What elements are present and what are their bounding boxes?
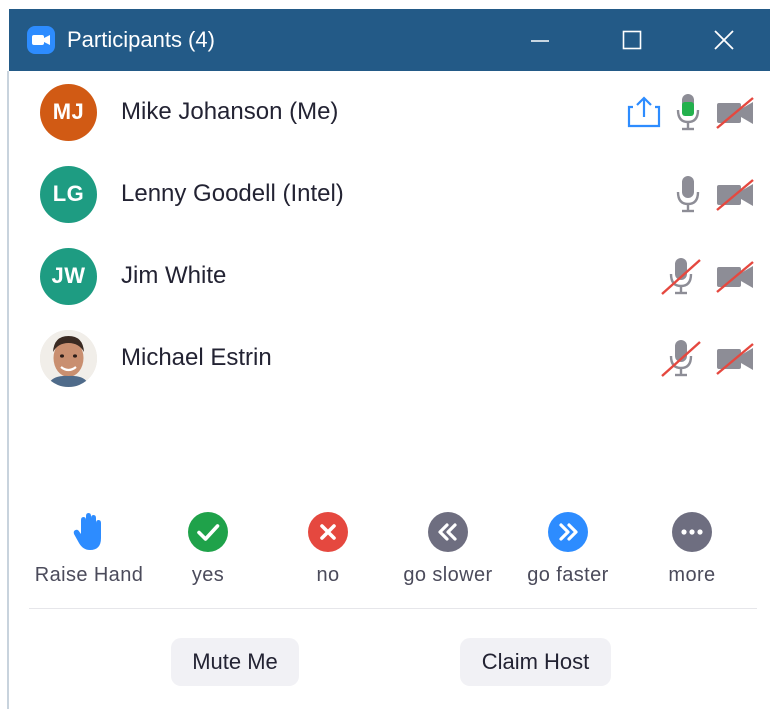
check-icon [188, 510, 228, 554]
minimize-icon [531, 40, 549, 42]
yes-label: yes [191, 564, 225, 586]
participants-window: Participants (4) MJ Mike Johanson (Me) L… [0, 0, 770, 709]
no-button[interactable]: no [263, 510, 393, 587]
go-slower-button[interactable]: go slower [383, 510, 513, 587]
nonverbal-feedback-bar: Raise Hand yes no go slower go faster mo… [9, 510, 770, 605]
mute-me-button[interactable]: Mute Me [171, 638, 299, 686]
close-button[interactable] [678, 9, 770, 71]
avatar: MJ [40, 83, 97, 141]
window-title: Participants (4) [67, 27, 215, 52]
participant-name: Mike Johanson (Me) [121, 98, 339, 125]
rewind-icon [428, 510, 468, 554]
participant-list: MJ Mike Johanson (Me) LG Lenny Goodell (… [9, 71, 770, 399]
avatar-photo [40, 329, 97, 387]
participant-row[interactable]: Michael Estrin [9, 317, 770, 399]
video-off-icon[interactable] [714, 258, 756, 294]
video-off-icon[interactable] [714, 94, 756, 130]
raise-hand-label: Raise Hand [34, 564, 144, 586]
participant-row[interactable]: MJ Mike Johanson (Me) [9, 71, 770, 153]
share-screen-icon[interactable] [626, 95, 662, 129]
participant-name: Lenny Goodell (Intel) [121, 180, 344, 207]
participant-name: Jim White [121, 262, 227, 289]
microphone-muted-icon[interactable] [660, 338, 702, 378]
microphone-on-icon[interactable] [674, 92, 702, 132]
avatar: JW [40, 247, 97, 305]
raise-hand-button[interactable]: Raise Hand [24, 510, 154, 587]
participant-row[interactable]: LG Lenny Goodell (Intel) [9, 153, 770, 235]
x-icon [308, 510, 348, 554]
more-dots-icon [672, 510, 712, 554]
divider [29, 608, 757, 609]
maximize-icon [622, 30, 642, 50]
fast-forward-icon [548, 510, 588, 554]
video-off-icon[interactable] [714, 176, 756, 212]
zoom-camera-icon [27, 26, 55, 54]
avatar: LG [40, 165, 97, 223]
microphone-muted-icon[interactable] [660, 256, 702, 296]
go-faster-button[interactable]: go faster [503, 510, 633, 587]
more-label: more [668, 564, 716, 586]
claim-host-button[interactable]: Claim Host [460, 638, 611, 686]
participant-row[interactable]: JW Jim White [9, 235, 770, 317]
raise-hand-icon [72, 510, 106, 554]
minimize-button[interactable] [494, 9, 586, 71]
maximize-button[interactable] [586, 9, 678, 71]
go-slower-label: go slower [403, 564, 493, 586]
video-off-icon[interactable] [714, 340, 756, 376]
participant-name: Michael Estrin [121, 344, 272, 371]
go-faster-label: go faster [527, 564, 609, 586]
more-button[interactable]: more [627, 510, 757, 587]
close-icon [714, 30, 734, 50]
titlebar[interactable]: Participants (4) [9, 9, 770, 71]
no-label: no [316, 564, 340, 586]
microphone-icon[interactable] [674, 174, 702, 214]
yes-button[interactable]: yes [143, 510, 273, 587]
